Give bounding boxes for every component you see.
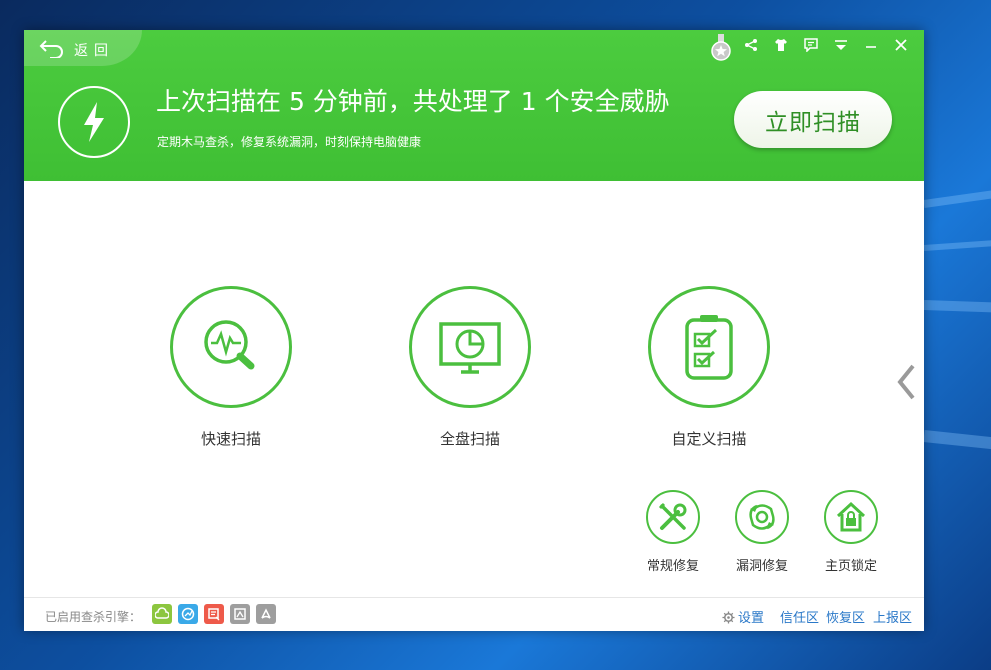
settings-link[interactable]: 设置 xyxy=(722,607,764,626)
side-panel-chevron-icon[interactable] xyxy=(896,364,916,400)
cloud-engine-icon[interactable] xyxy=(152,604,172,624)
vulnerability-repair-label: 漏洞修复 xyxy=(735,559,788,574)
minimize-button[interactable] xyxy=(856,32,886,58)
protection-badge xyxy=(58,86,130,158)
message-button[interactable] xyxy=(796,32,826,58)
qvm-engine-icon[interactable] xyxy=(178,604,198,624)
restore-zone-link[interactable]: 恢复区 xyxy=(826,607,865,626)
homepage-lock-button[interactable]: 主页锁定 xyxy=(816,490,886,574)
custom-scan-icon xyxy=(685,315,733,380)
menu-button[interactable] xyxy=(826,32,856,58)
skin-icon xyxy=(775,39,787,51)
lightning-icon xyxy=(84,102,104,142)
medal-icon[interactable] xyxy=(710,34,732,62)
routine-repair-label: 常规修复 xyxy=(646,559,699,574)
back-arrow-icon xyxy=(39,40,63,58)
back-label: 返回 xyxy=(74,43,114,59)
engines-label: 已启用查杀引擎： xyxy=(45,610,142,624)
share-icon xyxy=(745,39,757,51)
quick-scan-circle xyxy=(170,286,292,408)
header-banner: 返回 上次扫描在 5 分钟前，共处理了 1 个安全威胁 定期木马查杀，修复系统漏… xyxy=(24,30,924,181)
quick-scan-label: 快速扫描 xyxy=(200,430,261,448)
message-icon xyxy=(804,38,818,52)
vulnerability-repair-circle xyxy=(735,490,789,544)
custom-scan-button[interactable]: 自定义扫描 xyxy=(629,286,789,449)
desktop-light-ray xyxy=(923,300,991,314)
settings-label: 设置 xyxy=(738,611,765,626)
report-zone-link[interactable]: 上报区 xyxy=(873,607,912,626)
close-icon xyxy=(895,39,907,51)
vulnerability-icon xyxy=(749,504,775,530)
full-scan-circle xyxy=(409,286,531,408)
status-footer: 已启用查杀引擎： 设置 信任区 恢复区 上报区 xyxy=(24,597,924,631)
minimize-icon xyxy=(866,46,876,48)
scan-status-subline: 定期木马查杀，修复系统漏洞，时刻保持电脑健康 xyxy=(157,135,422,149)
routine-repair-button[interactable]: 常规修复 xyxy=(638,490,708,574)
homepage-lock-label: 主页锁定 xyxy=(824,559,877,574)
qex-engine-icon[interactable] xyxy=(204,604,224,624)
full-scan-label: 全盘扫描 xyxy=(439,430,500,448)
desktop-light-ray xyxy=(923,238,991,251)
avira-engine-icon[interactable] xyxy=(230,604,250,624)
scan-status-headline: 上次扫描在 5 分钟前，共处理了 1 个安全威胁 xyxy=(156,87,670,116)
quick-scan-button[interactable]: 快速扫描 xyxy=(151,286,311,449)
menu-icon xyxy=(835,40,847,50)
trust-zone-link[interactable]: 信任区 xyxy=(780,607,819,626)
custom-scan-label: 自定义扫描 xyxy=(671,430,747,448)
routine-repair-circle xyxy=(646,490,700,544)
vulnerability-repair-button[interactable]: 漏洞修复 xyxy=(727,490,797,574)
share-button[interactable] xyxy=(736,32,766,58)
quick-scan-icon xyxy=(204,320,255,370)
desktop-light-ray xyxy=(923,187,991,208)
scan-now-button[interactable]: 立即扫描 xyxy=(734,91,892,148)
window-controls xyxy=(736,32,916,58)
custom-scan-circle xyxy=(648,286,770,408)
desktop-light-ray xyxy=(923,430,991,452)
tools-icon xyxy=(658,502,687,530)
full-scan-button[interactable]: 全盘扫描 xyxy=(390,286,550,449)
back-button[interactable]: 返回 xyxy=(24,30,142,66)
full-scan-icon xyxy=(439,322,501,374)
bitdefender-engine-icon[interactable] xyxy=(256,604,276,624)
app-window: 返回 上次扫描在 5 分钟前，共处理了 1 个安全威胁 定期木马查杀，修复系统漏… xyxy=(24,30,924,631)
gear-icon xyxy=(722,611,735,624)
skin-button[interactable] xyxy=(766,32,796,58)
home-lock-icon xyxy=(836,501,866,532)
close-button[interactable] xyxy=(886,32,916,58)
homepage-lock-circle xyxy=(824,490,878,544)
